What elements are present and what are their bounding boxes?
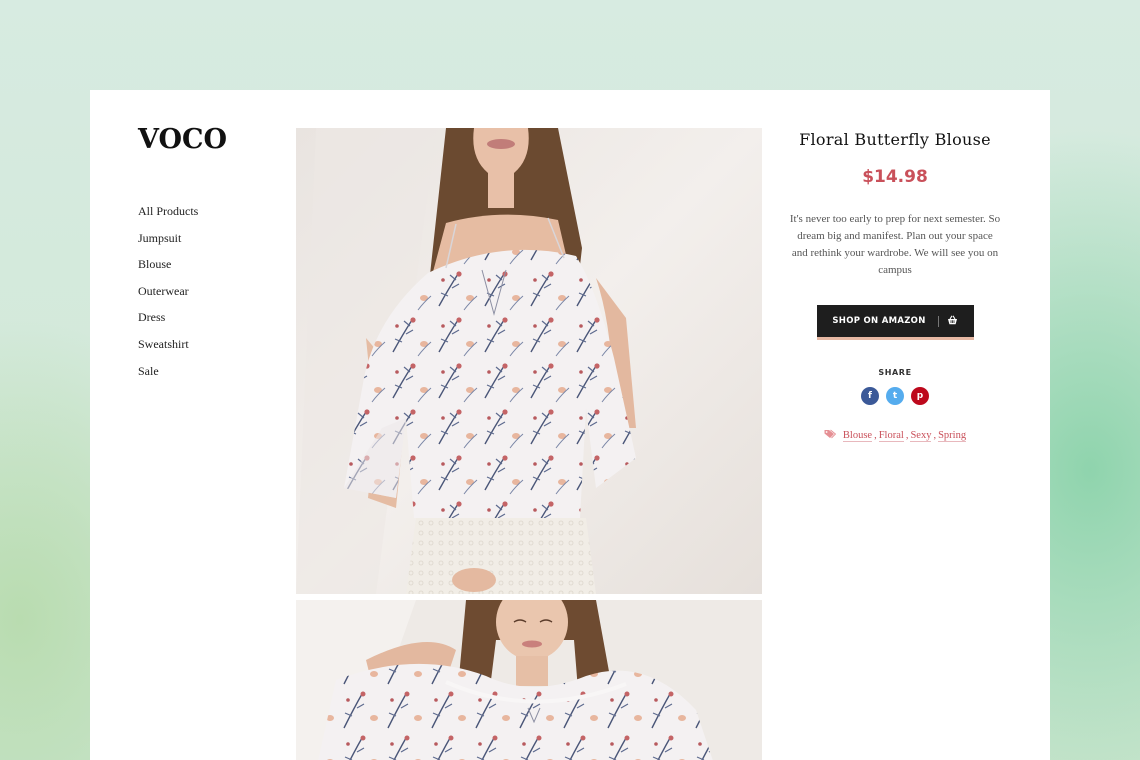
brand-logo[interactable]: VOCO [138, 124, 227, 155]
tag-link-spring[interactable]: Spring [938, 430, 967, 442]
category-nav: All Products Jumpsuit Blouse Outerwear D… [138, 204, 198, 390]
tag-link-sexy[interactable]: Sexy [910, 430, 932, 442]
product-price: $14.98 [862, 167, 928, 187]
product-title: Floral Butterfly Blouse [799, 130, 991, 149]
tag-separator: , [905, 430, 909, 441]
product-tags: Blouse, Floral, Sexy, Spring [785, 429, 1005, 442]
nav-item-sweatshirt[interactable]: Sweatshirt [138, 337, 198, 364]
product-page-card: VOCO All Products Jumpsuit Blouse Outerw… [90, 90, 1050, 760]
nav-item-all-products[interactable]: All Products [138, 204, 198, 231]
shop-button-label: SHOP ON AMAZON [832, 316, 926, 326]
product-description: It's never too early to prep for next se… [789, 213, 1001, 276]
product-info: Floral Butterfly Blouse $14.98 It's neve… [785, 128, 1005, 442]
tag-separator: , [933, 430, 937, 441]
basket-icon [947, 315, 958, 328]
social-share-buttons: f t p [785, 387, 1005, 405]
share-label: SHARE [878, 368, 912, 377]
brand-logo-text: VOCO [138, 124, 228, 155]
twitter-share-button[interactable]: t [886, 387, 904, 405]
pinterest-share-button[interactable]: p [911, 387, 929, 405]
tag-icon [824, 429, 837, 442]
product-photo-floral-blouse-front-icon [296, 128, 762, 594]
button-divider [937, 315, 939, 327]
nav-item-outerwear[interactable]: Outerwear [138, 284, 198, 311]
pinterest-icon: p [916, 391, 924, 401]
product-photo-floral-blouse-closeup-icon [296, 600, 762, 760]
tag-link-floral[interactable]: Floral [878, 430, 904, 442]
facebook-share-button[interactable]: f [861, 387, 879, 405]
nav-item-jumpsuit[interactable]: Jumpsuit [138, 231, 198, 258]
tag-link-blouse[interactable]: Blouse [842, 430, 873, 442]
nav-item-dress[interactable]: Dress [138, 310, 198, 337]
shop-on-amazon-button[interactable]: SHOP ON AMAZON [816, 305, 974, 340]
tag-separator: , [874, 430, 877, 441]
nav-item-sale[interactable]: Sale [138, 364, 198, 391]
product-photo-secondary[interactable] [296, 600, 762, 760]
facebook-icon: f [868, 391, 872, 401]
product-photo-main[interactable] [296, 128, 762, 594]
twitter-icon: t [892, 391, 898, 401]
nav-item-blouse[interactable]: Blouse [138, 257, 198, 284]
